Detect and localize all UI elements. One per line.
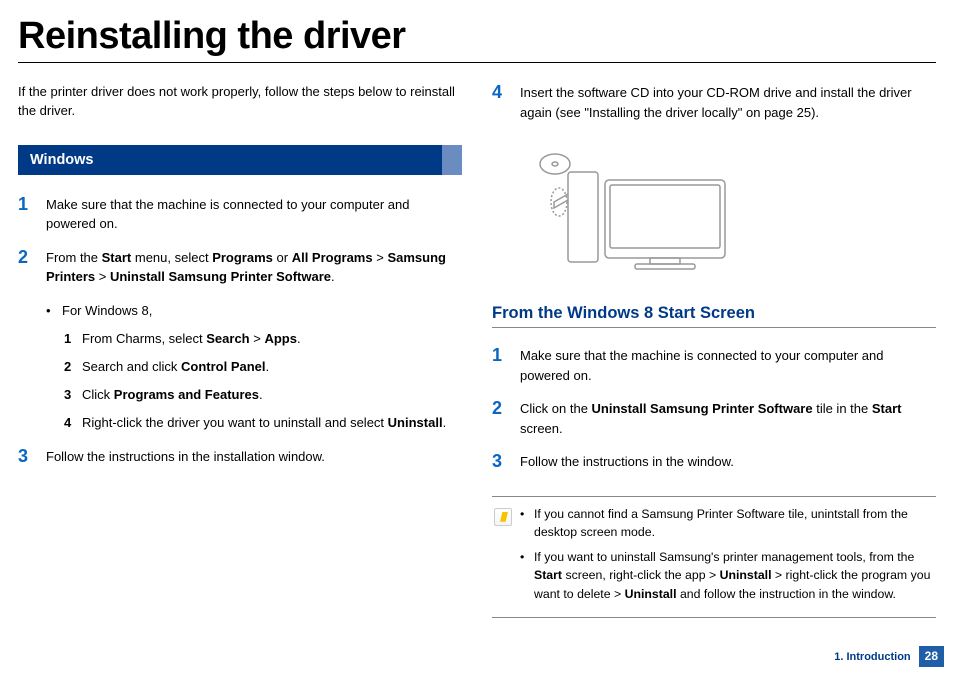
win8start-step-2: 2 Click on the Uninstall Samsung Printer… bbox=[492, 399, 936, 438]
chapter-label: 1. Introduction bbox=[834, 651, 910, 663]
win8-substep-4: 4Right-click the driver you want to unin… bbox=[64, 413, 462, 433]
computer-cd-illustration bbox=[520, 150, 740, 275]
content-columns: If the printer driver does not work prop… bbox=[18, 83, 936, 618]
step-text: Make sure that the machine is connected … bbox=[520, 346, 936, 385]
step-text: Insert the software CD into your CD-ROM … bbox=[520, 83, 936, 122]
right-column: 4 Insert the software CD into your CD-RO… bbox=[492, 83, 936, 618]
page-footer: 1. Introduction 28 bbox=[834, 646, 944, 667]
step-text: Follow the instructions in the installat… bbox=[46, 447, 462, 467]
note-item: If you cannot find a Samsung Printer Sof… bbox=[520, 505, 934, 542]
windows8-sublist: For Windows 8, 1From Charms, select Sear… bbox=[18, 301, 462, 434]
step-text: Follow the instructions in the window. bbox=[520, 452, 936, 472]
win8-substep-3: 3Click Programs and Features. bbox=[64, 385, 462, 405]
step-number: 3 bbox=[18, 447, 46, 467]
step-number: 1 bbox=[18, 195, 46, 234]
windows-step-3: 3 Follow the instructions in the install… bbox=[18, 447, 462, 467]
step-text: Click on the Uninstall Samsung Printer S… bbox=[520, 399, 936, 438]
left-column: If the printer driver does not work prop… bbox=[18, 83, 462, 618]
note-item: If you want to uninstall Samsung's print… bbox=[520, 548, 934, 603]
note-icon bbox=[494, 508, 512, 526]
intro-text: If the printer driver does not work prop… bbox=[18, 83, 462, 121]
win8-substep-2: 2Search and click Control Panel. bbox=[64, 357, 462, 377]
win8-start-heading: From the Windows 8 Start Screen bbox=[492, 304, 936, 328]
win8start-step-3: 3 Follow the instructions in the window. bbox=[492, 452, 936, 472]
step-text: From the Start menu, select Programs or … bbox=[46, 248, 462, 287]
page-title: Reinstalling the driver bbox=[18, 15, 936, 63]
bullet-for-win8: For Windows 8, bbox=[46, 301, 462, 321]
windows-step-4: 4 Insert the software CD into your CD-RO… bbox=[492, 83, 936, 122]
note-list: If you cannot find a Samsung Printer Sof… bbox=[520, 505, 934, 609]
step-number: 4 bbox=[492, 83, 520, 122]
win8-substep-1: 1From Charms, select Search > Apps. bbox=[64, 329, 462, 349]
step-text: Make sure that the machine is connected … bbox=[46, 195, 462, 234]
step-number: 3 bbox=[492, 452, 520, 472]
step-number: 1 bbox=[492, 346, 520, 385]
step-number: 2 bbox=[18, 248, 46, 287]
windows-step-2: 2 From the Start menu, select Programs o… bbox=[18, 248, 462, 287]
note-box: If you cannot find a Samsung Printer Sof… bbox=[492, 496, 936, 618]
windows-heading: Windows bbox=[18, 145, 462, 175]
windows-step-1: 1 Make sure that the machine is connecte… bbox=[18, 195, 462, 234]
step-number: 2 bbox=[492, 399, 520, 438]
win8start-step-1: 1 Make sure that the machine is connecte… bbox=[492, 346, 936, 385]
page-number: 28 bbox=[919, 646, 944, 667]
